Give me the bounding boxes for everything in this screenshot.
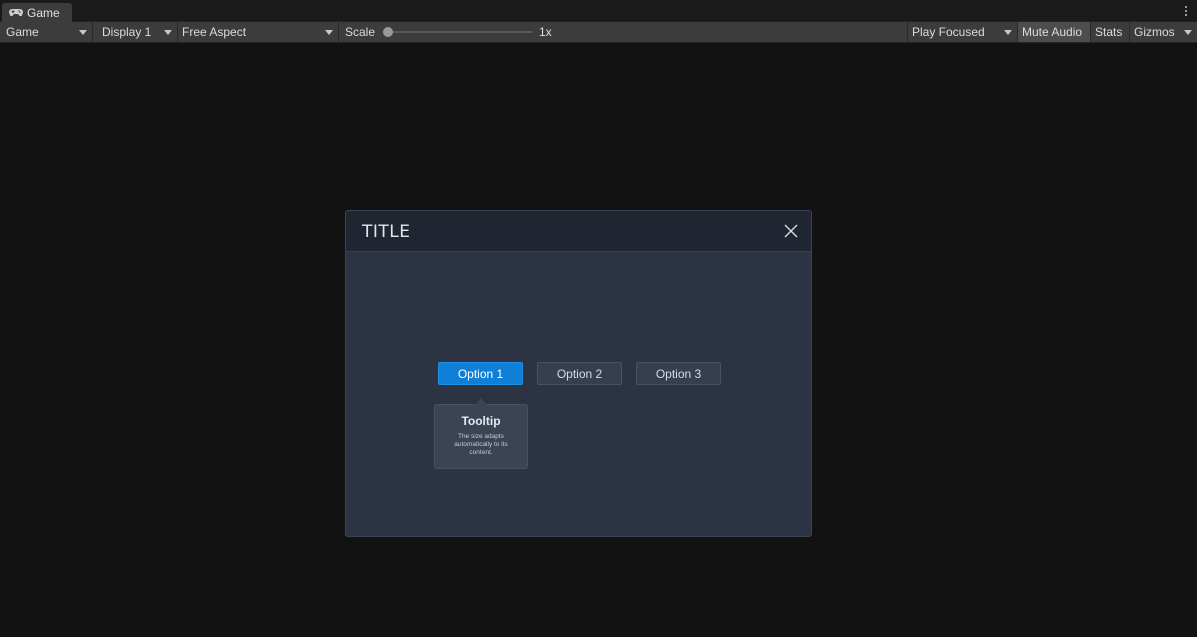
display-dropdown-label: Display 1 [102, 25, 152, 39]
scale-slider-track[interactable] [385, 31, 533, 33]
aspect-dropdown[interactable]: Free Aspect [178, 22, 339, 42]
tooltip-title: Tooltip [461, 414, 501, 428]
stats-label: Stats [1095, 25, 1123, 39]
chevron-down-icon [79, 29, 87, 35]
stats-toggle[interactable]: Stats [1091, 22, 1130, 42]
tooltip: Tooltip The size adapts automatically to… [434, 398, 528, 469]
scale-control: Scale 1x [339, 22, 907, 42]
game-toolbar: Game Display 1 Free Aspect Scale 1x Play… [0, 22, 1197, 43]
play-mode-dropdown[interactable]: Play Focused [907, 22, 1018, 42]
option-1-button[interactable]: Option 1 [438, 362, 523, 385]
chevron-down-icon [1004, 29, 1012, 35]
window-tab-bar: Game [0, 0, 1197, 22]
mute-audio-label: Mute Audio [1022, 25, 1083, 39]
modal-title: TITLE [362, 222, 411, 242]
option-2-button[interactable]: Option 2 [537, 362, 622, 385]
chevron-down-icon [325, 29, 333, 35]
play-mode-label: Play Focused [912, 25, 985, 39]
tooltip-body: The size adapts automatically to its con… [454, 433, 508, 456]
scale-slider-thumb[interactable] [383, 27, 393, 37]
aspect-dropdown-label: Free Aspect [182, 25, 247, 39]
close-icon [784, 224, 798, 238]
option-3-button[interactable]: Option 3 [636, 362, 721, 385]
mute-audio-toggle[interactable]: Mute Audio [1018, 22, 1091, 42]
tooltip-arrow [475, 398, 487, 405]
close-button[interactable] [783, 223, 799, 239]
gizmos-label: Gizmos [1134, 25, 1175, 39]
option-group: Option 1 Option 2 Option 3 [438, 362, 721, 385]
gamepad-icon [9, 8, 23, 17]
scale-value: 1x [539, 25, 552, 39]
modal-header: TITLE [346, 211, 811, 252]
gizmos-dropdown[interactable]: Gizmos [1130, 22, 1197, 42]
chevron-down-icon [164, 29, 172, 35]
modal-dialog: TITLE Option 1 Option 2 Option 3 Tooltip… [345, 210, 812, 537]
kebab-menu-icon[interactable] [1181, 4, 1191, 18]
display-dropdown[interactable]: Display 1 [96, 22, 178, 42]
view-dropdown-label: Game [6, 25, 39, 39]
scale-label: Scale [345, 25, 376, 39]
view-dropdown[interactable]: Game [0, 22, 93, 42]
tab-game[interactable]: Game [2, 3, 72, 22]
chevron-down-icon [1184, 29, 1192, 35]
tab-label: Game [27, 5, 60, 20]
